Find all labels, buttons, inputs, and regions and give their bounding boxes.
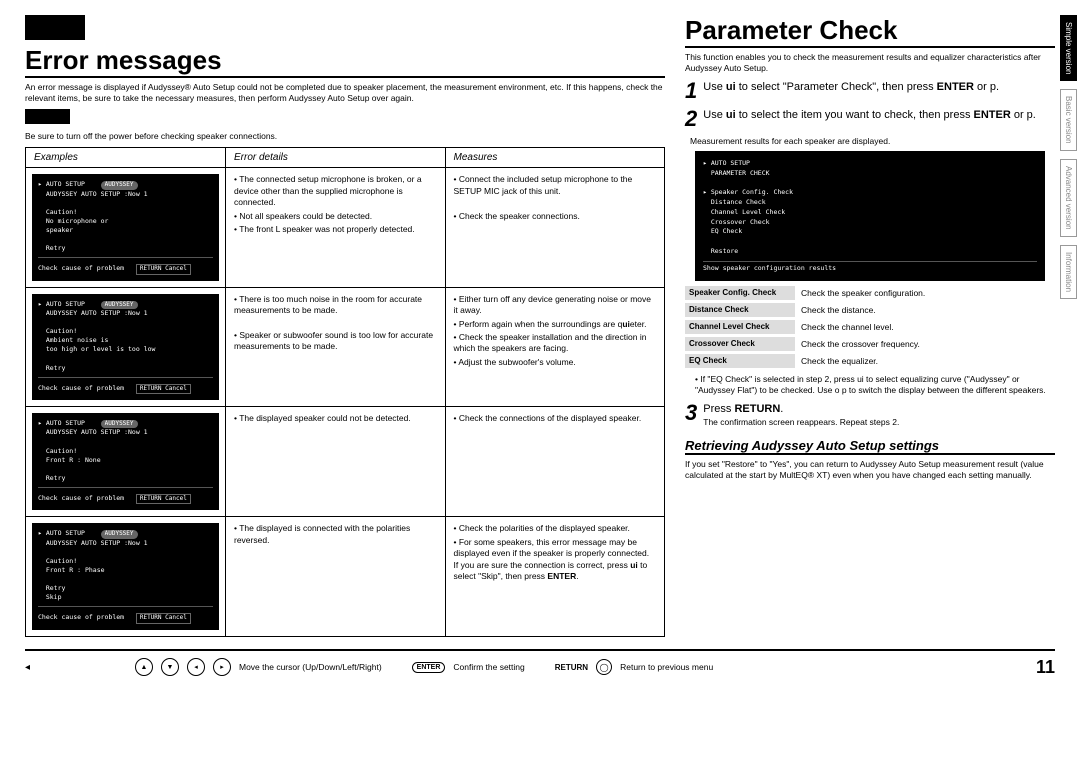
param-intro: This function enables you to check the m… xyxy=(685,52,1055,74)
enter-desc: Confirm the setting xyxy=(453,662,524,672)
param-heading: Parameter Check xyxy=(685,15,1055,48)
step2-num: 2 xyxy=(685,108,697,130)
up-icon: ▲ xyxy=(135,658,153,676)
footer: ◂ ▲ ▼ ◂ ▸ Move the cursor (Up/Down/Left/… xyxy=(25,649,1055,678)
eq-note: • If "EQ Check" is selected in step 2, p… xyxy=(695,374,1055,396)
error-row: ▸ AUTO SETUP AUDYSSEY AUDYSSEY AUTO SETU… xyxy=(26,288,664,407)
return-label: RETURN xyxy=(555,663,588,672)
page-number: 11 xyxy=(1036,657,1055,678)
cursor-label: Move the cursor (Up/Down/Left/Right) xyxy=(239,662,382,672)
step2-text: Use ui to select the item you want to ch… xyxy=(703,108,1055,122)
error-heading: Error messages xyxy=(25,45,665,78)
error-intro: An error message is displayed if Audysse… xyxy=(25,82,665,104)
tab-info[interactable]: Information xyxy=(1060,245,1077,299)
return-icon: ◯ xyxy=(596,659,612,675)
down-icon: ▼ xyxy=(161,658,179,676)
retrieve-text: If you set "Restore" to "Yes", you can r… xyxy=(685,459,1055,481)
error-row: ▸ AUTO SETUP AUDYSSEY AUDYSSEY AUTO SETU… xyxy=(26,407,664,517)
check-row: Channel Level CheckCheck the channel lev… xyxy=(685,320,1055,334)
right-icon: ▸ xyxy=(213,658,231,676)
hdr-measures: Measures xyxy=(446,148,665,167)
step3-num: 3 xyxy=(685,402,697,424)
hdr-examples: Examples xyxy=(26,148,226,167)
side-tabs: Simple version Basic version Advanced ve… xyxy=(1060,15,1077,299)
result-screen: ▸ AUTO SETUP PARAMETER CHECK ▸ Speaker C… xyxy=(695,151,1045,281)
note-text: Be sure to turn off the power before che… xyxy=(25,131,665,142)
measure-note: Measurement results for each speaker are… xyxy=(690,136,1055,146)
tab-advanced[interactable]: Advanced version xyxy=(1060,159,1077,237)
error-row: ▸ AUTO SETUP AUDYSSEY AUDYSSEY AUTO SETU… xyxy=(26,517,664,635)
left-icon: ◂ xyxy=(187,658,205,676)
enter-button: ENTER xyxy=(412,662,446,673)
check-row: EQ CheckCheck the equalizer. xyxy=(685,354,1055,368)
return-desc: Return to previous menu xyxy=(620,662,713,672)
tab-basic[interactable]: Basic version xyxy=(1060,89,1077,151)
hdr-cause: Error details xyxy=(226,148,446,167)
step1-num: 1 xyxy=(685,80,697,102)
step3-text: Press RETURN. The confirmation screen re… xyxy=(703,402,1055,427)
check-row: Distance CheckCheck the distance. xyxy=(685,303,1055,317)
error-row: ▸ AUTO SETUP AUDYSSEY AUDYSSEY AUTO SETU… xyxy=(26,168,664,287)
section-marker xyxy=(25,15,85,40)
retrieve-heading: Retrieving Audyssey Auto Setup settings xyxy=(685,438,1055,455)
step1-text: Use ui to select "Parameter Check", then… xyxy=(703,80,1055,94)
note-badge xyxy=(25,109,70,124)
check-row: Speaker Config. CheckCheck the speaker c… xyxy=(685,286,1055,300)
tab-simple[interactable]: Simple version xyxy=(1060,15,1077,81)
check-row: Crossover CheckCheck the crossover frequ… xyxy=(685,337,1055,351)
error-table: Examples Error details Measures ▸ AUTO S… xyxy=(25,147,665,637)
